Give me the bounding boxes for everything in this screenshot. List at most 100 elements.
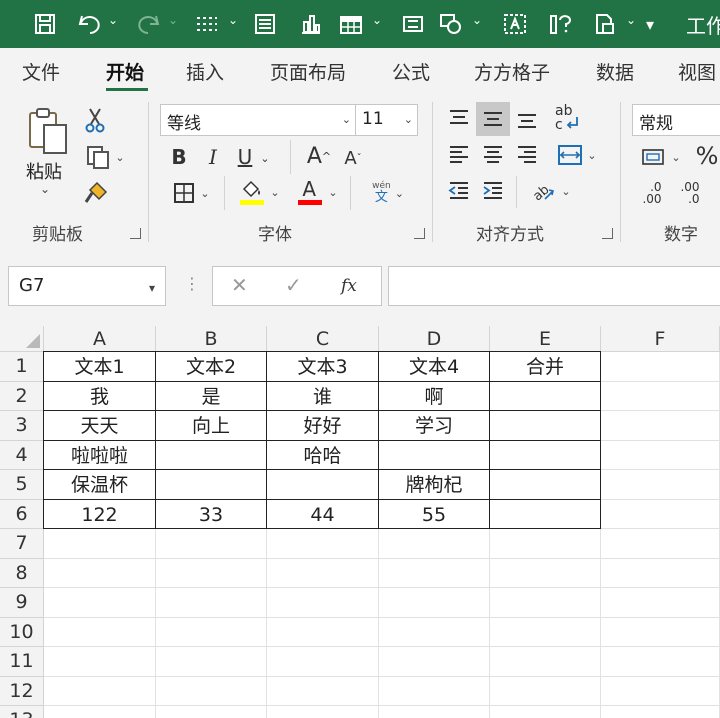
redo-dropdown-icon[interactable]: ⌄ [168, 13, 178, 27]
redo-icon[interactable] [134, 8, 164, 40]
column-header-b[interactable]: B [156, 326, 267, 352]
cell-d9[interactable] [379, 588, 490, 618]
cell-f9[interactable] [601, 588, 720, 618]
cell-d13[interactable] [379, 706, 490, 718]
format-dropdown-icon[interactable]: ⌄ [626, 13, 636, 27]
cell-a9[interactable] [44, 588, 156, 618]
cell-c13[interactable] [267, 706, 379, 718]
row-header-8[interactable]: 8 [0, 558, 44, 588]
row-header-11[interactable]: 11 [0, 647, 44, 677]
cell-f5[interactable] [601, 470, 720, 500]
cell-c1[interactable]: 文本3 [266, 351, 379, 382]
cell-b13[interactable] [156, 706, 267, 718]
tab-home[interactable]: 开始 [106, 58, 144, 85]
tab-insert[interactable]: 插入 [186, 58, 224, 85]
cell-e1[interactable]: 合并 [489, 351, 601, 382]
cell-b11[interactable] [156, 647, 267, 677]
cell-b1[interactable]: 文本2 [155, 351, 267, 382]
enter-icon[interactable]: ✓ [285, 273, 302, 297]
increase-decimal-button[interactable]: .0 .00 [636, 178, 668, 208]
row-header-6[interactable]: 6 [0, 499, 44, 529]
cell-a8[interactable] [44, 558, 156, 588]
paste-dropdown-icon[interactable]: ⌄ [40, 182, 50, 196]
align-bottom-icon[interactable] [512, 104, 542, 134]
select-all-button[interactable] [0, 326, 44, 352]
cancel-icon[interactable]: ✕ [231, 273, 248, 297]
undo-dropdown-icon[interactable]: ⌄ [108, 13, 118, 27]
cell-b5[interactable] [155, 469, 267, 500]
number-format-select[interactable]: 常规 [632, 104, 720, 136]
paste-icon[interactable] [24, 106, 72, 156]
cell-d4[interactable] [378, 439, 490, 470]
cell-f7[interactable] [601, 529, 720, 559]
cell-f12[interactable] [601, 676, 720, 706]
column-header-e[interactable]: E [490, 326, 601, 352]
bold-button[interactable]: B [166, 142, 192, 172]
borders-dropdown-icon[interactable]: ⌄ [228, 13, 238, 27]
cell-a12[interactable] [44, 676, 156, 706]
font-color-button[interactable]: A ⌄ [292, 176, 342, 208]
cell-a10[interactable] [44, 617, 156, 647]
cell-e2[interactable] [489, 380, 601, 411]
cell-e9[interactable] [490, 588, 601, 618]
cell-a13[interactable] [44, 706, 156, 718]
cell-a6[interactable]: 122 [43, 498, 156, 529]
shapes-dropdown-icon[interactable]: ⌄ [472, 13, 482, 27]
cell-e3[interactable] [489, 410, 601, 441]
cell-a11[interactable] [44, 647, 156, 677]
cell-f13[interactable] [601, 706, 720, 718]
cell-c12[interactable] [267, 676, 379, 706]
cell-c8[interactable] [267, 558, 379, 588]
cell-b7[interactable] [156, 529, 267, 559]
column-header-d[interactable]: D [379, 326, 490, 352]
borders-button[interactable]: ⌄ [164, 178, 218, 208]
wrap-text-button[interactable]: ab c [552, 103, 584, 136]
cell-d2[interactable]: 啊 [378, 380, 490, 411]
cell-d5[interactable]: 牌枸杞 [378, 469, 490, 500]
increase-indent-icon[interactable] [478, 176, 508, 206]
row-header-13[interactable]: 13 [0, 706, 44, 718]
cell-d7[interactable] [379, 529, 490, 559]
tab-data[interactable]: 数据 [596, 58, 634, 85]
cell-a1[interactable]: 文本1 [43, 351, 156, 382]
orientation-button[interactable]: ab ⌄ [526, 176, 576, 206]
cell-b12[interactable] [156, 676, 267, 706]
cell-c9[interactable] [267, 588, 379, 618]
align-top-icon[interactable] [444, 104, 474, 134]
cell-f8[interactable] [601, 558, 720, 588]
alignment-launcher-icon[interactable] [602, 228, 613, 239]
font-name-select[interactable]: 等线 ⌄ [160, 104, 356, 136]
decrease-indent-icon[interactable] [444, 176, 474, 206]
cell-f2[interactable] [601, 381, 720, 411]
save-icon[interactable] [30, 8, 60, 40]
font-launcher-icon[interactable] [414, 228, 425, 239]
accounting-format-button[interactable]: ⌄ [636, 142, 686, 172]
cell-c5[interactable] [266, 469, 379, 500]
cut-icon[interactable] [82, 106, 108, 134]
row-header-10[interactable]: 10 [0, 617, 44, 647]
cell-f3[interactable] [601, 411, 720, 441]
cell-e13[interactable] [490, 706, 601, 718]
cell-e6[interactable] [489, 498, 601, 529]
chart-icon[interactable] [296, 8, 326, 40]
cell-e8[interactable] [490, 558, 601, 588]
cell-e5[interactable] [489, 469, 601, 500]
more-options-icon[interactable]: ⋮ [184, 274, 200, 293]
shrink-font-button[interactable]: Aˇ [340, 144, 366, 172]
cell-c2[interactable]: 谁 [266, 380, 379, 411]
italic-button[interactable]: I [200, 142, 226, 172]
cell-d6[interactable]: 55 [378, 498, 490, 529]
align-right-icon[interactable] [512, 140, 542, 170]
underline-dropdown-icon[interactable]: ⌄ [258, 146, 272, 170]
clipboard-launcher-icon[interactable] [130, 228, 141, 239]
align-middle-icon[interactable] [478, 104, 508, 134]
row-header-1[interactable]: 1 [0, 352, 44, 382]
cell-a4[interactable]: 啦啦啦 [43, 439, 156, 470]
cell-b6[interactable]: 33 [155, 498, 267, 529]
cell-b8[interactable] [156, 558, 267, 588]
row-header-12[interactable]: 12 [0, 676, 44, 706]
cell-a7[interactable] [44, 529, 156, 559]
merge-center-button[interactable]: ⌄ [550, 140, 604, 170]
row-header-3[interactable]: 3 [0, 411, 44, 441]
cell-b10[interactable] [156, 617, 267, 647]
